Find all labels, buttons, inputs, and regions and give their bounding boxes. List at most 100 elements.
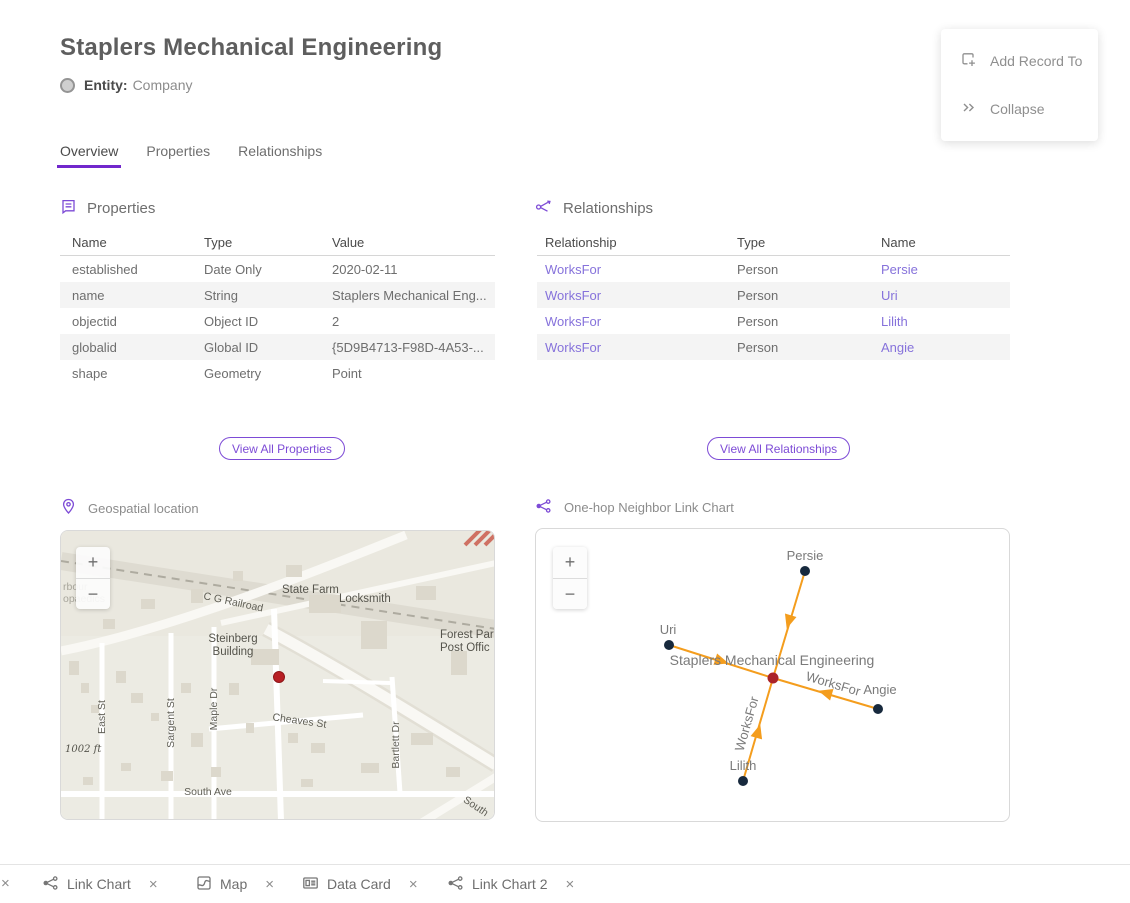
close-icon[interactable]: × — [1, 875, 10, 892]
bottom-tab-label: Map — [220, 876, 247, 892]
bottom-tab-link-chart-2[interactable]: Link Chart 2 × — [447, 865, 574, 903]
entity-location-marker[interactable] — [274, 672, 285, 683]
prop-type: String — [204, 288, 332, 303]
collapse-icon — [960, 99, 977, 119]
properties-table-body: established Date Only 2020-02-11 name St… — [60, 256, 495, 386]
table-row[interactable]: WorksFor Person Persie — [537, 256, 1010, 282]
tab-bar: Overview Properties Relationships — [60, 143, 322, 168]
bottom-tab-link-chart[interactable]: Link Chart × — [42, 865, 158, 903]
bottom-tab-data-card[interactable]: Data Card × — [302, 865, 418, 903]
prop-value: 2020-02-11 — [332, 262, 495, 277]
node-center[interactable] — [768, 673, 779, 684]
entity-type: Company — [133, 77, 193, 93]
table-row[interactable]: WorksFor Person Uri — [537, 282, 1010, 308]
map-label: East St — [96, 700, 108, 734]
prop-value: {5D9B4713-F98D-4A53-... — [332, 340, 495, 355]
link-chart-icon — [447, 875, 464, 894]
map-icon — [196, 875, 212, 894]
map-label: South Ave — [184, 786, 232, 798]
entity-link[interactable]: Lilith — [881, 314, 1010, 329]
prop-name: globalid — [60, 340, 204, 355]
relationship-link[interactable]: WorksFor — [537, 314, 737, 329]
chart-zoom-control: + − — [553, 547, 587, 609]
zoom-in-button[interactable]: + — [553, 547, 587, 578]
map-label: State Farm — [282, 584, 339, 596]
node-lilith[interactable] — [738, 776, 748, 786]
menu-item-add-record-to[interactable]: Add Record To — [941, 37, 1098, 85]
rel-type: Person — [737, 314, 881, 329]
column-header: Relationship — [537, 235, 737, 250]
map-label: Bartlett Dr — [390, 721, 402, 769]
entity-label: Entity: — [84, 77, 128, 93]
view-all-relationships-button[interactable]: View All Relationships — [707, 437, 850, 460]
table-row[interactable]: established Date Only 2020-02-11 — [60, 256, 495, 282]
prop-type: Object ID — [204, 314, 332, 329]
center-node-label: Staplers Mechanical Engineering — [670, 652, 875, 668]
column-header: Name — [881, 235, 1010, 250]
table-row[interactable]: objectid Object ID 2 — [60, 308, 495, 334]
entity-link[interactable]: Uri — [881, 288, 1010, 303]
node-angie[interactable] — [873, 704, 883, 714]
close-icon[interactable]: × — [565, 876, 574, 893]
map-label: Sargent St — [165, 698, 177, 748]
map-canvas[interactable]: rbour opaedics C G Railroad State Farm L… — [61, 531, 495, 820]
relationships-icon — [535, 198, 553, 219]
relationships-table-header: Relationship Type Name — [537, 230, 1010, 256]
link-chart-canvas[interactable]: WorksFor WorksFor Persie Uri Angie Lilit… — [536, 529, 1010, 822]
bottom-tab-bar: × Link Chart × Map × — [0, 864, 1130, 903]
node-label: Persie — [787, 548, 824, 563]
zoom-in-button[interactable]: + — [76, 547, 110, 578]
map-zoom-control: + − — [76, 547, 110, 609]
menu-item-collapse[interactable]: Collapse — [941, 85, 1098, 133]
edge-label: WorksFor — [804, 669, 863, 700]
map-label: Forest Par — [440, 629, 494, 641]
geospatial-section-header: Geospatial location — [61, 498, 199, 518]
rel-type: Person — [737, 340, 881, 355]
prop-type: Geometry — [204, 366, 332, 381]
node-uri[interactable] — [664, 640, 674, 650]
table-row[interactable]: shape Geometry Point — [60, 360, 495, 386]
entity-link[interactable]: Angie — [881, 340, 1010, 355]
prop-type: Date Only — [204, 262, 332, 277]
bottom-tab-label: Link Chart — [67, 876, 131, 892]
table-row[interactable]: WorksFor Person Lilith — [537, 308, 1010, 334]
edge-label: WorksFor — [732, 694, 762, 753]
bottom-tab-label: Data Card — [327, 876, 391, 892]
column-header: Type — [204, 235, 332, 250]
map-label: Steinberg — [208, 633, 257, 645]
zoom-out-button[interactable]: − — [553, 578, 587, 609]
data-card-icon — [302, 875, 319, 894]
properties-section-header: Properties — [60, 198, 155, 219]
relationship-link[interactable]: WorksFor — [537, 288, 737, 303]
properties-table-header: Name Type Value — [60, 230, 495, 256]
table-row[interactable]: globalid Global ID {5D9B4713-F98D-4A53-.… — [60, 334, 495, 360]
relationship-link[interactable]: WorksFor — [537, 340, 737, 355]
tab-properties[interactable]: Properties — [146, 143, 210, 168]
prop-name: objectid — [60, 314, 204, 329]
tab-relationships[interactable]: Relationships — [238, 143, 322, 168]
entity-link[interactable]: Persie — [881, 262, 1010, 277]
map-pin-icon — [61, 498, 76, 518]
properties-icon — [60, 198, 77, 219]
add-record-icon — [960, 51, 977, 71]
geospatial-section-title: Geospatial location — [88, 501, 199, 516]
zoom-out-button[interactable]: − — [76, 578, 110, 609]
close-icon[interactable]: × — [409, 876, 418, 893]
entity-row: Entity: Company — [60, 77, 192, 93]
table-row[interactable]: name String Staplers Mechanical Eng... — [60, 282, 495, 308]
tab-overview[interactable]: Overview — [60, 143, 118, 168]
close-icon[interactable]: × — [149, 876, 158, 893]
node-persie[interactable] — [800, 566, 810, 576]
bottom-tab-map[interactable]: Map × — [196, 865, 274, 903]
relationship-link[interactable]: WorksFor — [537, 262, 737, 277]
table-row[interactable]: WorksFor Person Angie — [537, 334, 1010, 360]
prop-type: Global ID — [204, 340, 332, 355]
prop-value: Point — [332, 366, 495, 381]
map-label: Post Offic — [440, 642, 490, 654]
view-all-properties-button[interactable]: View All Properties — [219, 437, 345, 460]
prop-name: established — [60, 262, 204, 277]
rel-type: Person — [737, 262, 881, 277]
close-icon[interactable]: × — [265, 876, 274, 893]
properties-section-title: Properties — [87, 200, 155, 217]
column-header: Value — [332, 235, 495, 250]
